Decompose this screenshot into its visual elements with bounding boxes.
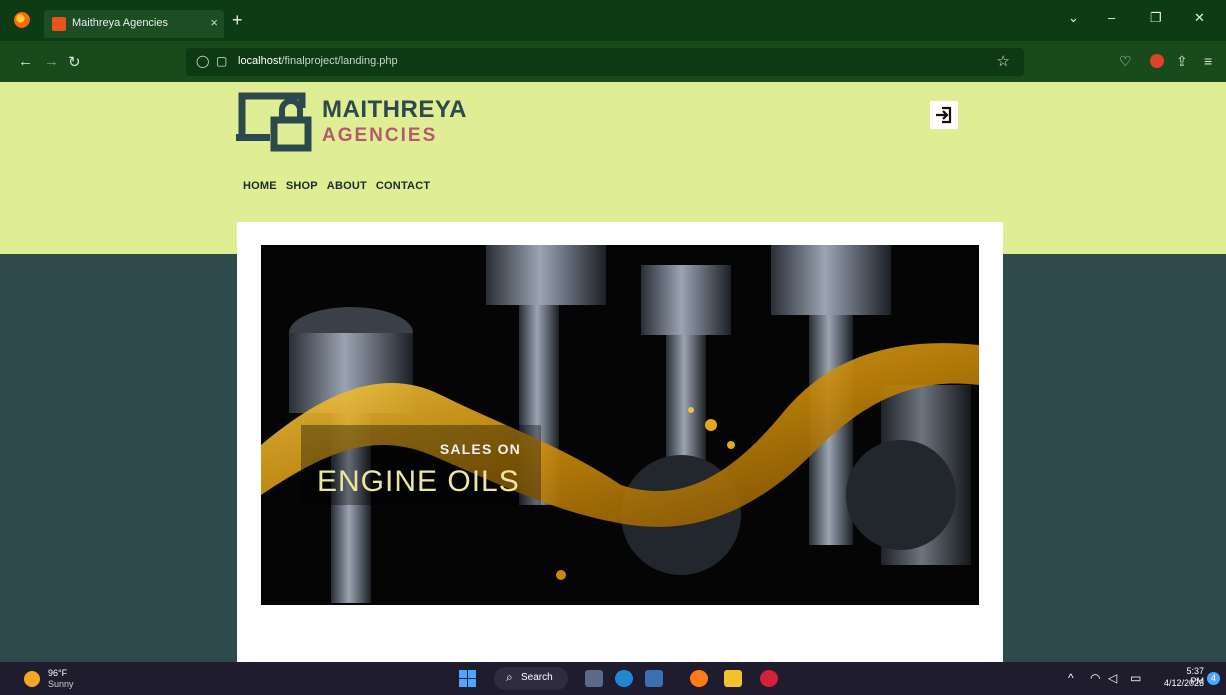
url-text[interactable]: localhost/finalproject/landing.php [238,55,398,67]
file-explorer-icon[interactable] [724,670,742,687]
url-bar[interactable]: ◯ ▢ localhost/finalproject/landing.php ☆ [186,48,1024,76]
weather-condition[interactable]: Sunny [48,679,74,689]
close-window-icon[interactable]: ✕ [1194,10,1205,26]
site-nav: HOME SHOP ABOUT CONTACT [243,180,430,192]
logo-icon [236,92,312,152]
hero-heading: ENGINE OILS [317,465,520,498]
start-icon[interactable] [459,670,476,687]
edge-icon[interactable] [615,670,633,687]
clock-date[interactable]: 4/12/2023 [1158,678,1204,688]
tray-overflow-icon[interactable]: ^ [1068,671,1074,685]
login-button[interactable] [930,101,958,129]
wifi-icon[interactable]: ◠ [1090,671,1100,685]
nav-contact-link[interactable]: CONTACT [376,180,430,192]
brand-tagline[interactable]: AGENCIES [322,125,437,147]
pocket-icon[interactable]: ♡ [1119,53,1132,70]
login-icon [936,106,952,124]
hero-subheading: SALES ON [439,441,521,457]
reload-icon[interactable]: ↻ [68,53,81,71]
close-tab-icon[interactable]: × [210,15,218,30]
browser-nav-bar: ← → ↻ ◯ ▢ localhost/finalproject/landing… [0,41,1226,82]
browser-tab[interactable]: Maithreya Agencies × [44,10,224,38]
share-icon[interactable]: ⇪ [1176,53,1188,70]
sun-icon[interactable] [24,671,40,687]
store-icon[interactable] [645,670,663,687]
shield-icon[interactable]: ◯ [196,54,209,68]
browser-tab-bar: Maithreya Agencies × + ⌄ – ❐ ✕ [0,0,1226,41]
restore-icon[interactable]: ❐ [1150,10,1162,26]
back-icon[interactable]: ← [18,53,33,70]
battery-icon[interactable]: ▭ [1130,671,1141,685]
nav-shop-link[interactable]: SHOP [286,180,318,192]
minimize-icon[interactable]: – [1108,10,1115,25]
opera-icon[interactable] [760,670,778,687]
site-favicon-icon [52,17,66,31]
search-label: Search [521,672,553,683]
taskbar-search[interactable]: ⌕ Search [494,667,568,690]
volume-icon[interactable]: ◁ [1108,671,1117,685]
bookmark-star-icon[interactable]: ☆ [997,52,1010,70]
extension-icon[interactable] [1150,54,1164,68]
new-tab-button[interactable]: + [232,10,243,31]
search-icon: ⌕ [506,670,513,684]
weather-temperature[interactable]: 96°F [48,668,67,678]
task-view-icon[interactable] [585,670,603,687]
nav-about-link[interactable]: ABOUT [327,180,367,192]
menu-icon[interactable]: ≡ [1204,53,1212,69]
firefox-taskbar-icon[interactable] [690,670,708,687]
notification-badge[interactable]: 4 [1207,672,1220,685]
tab-title: Maithreya Agencies [72,17,168,29]
hero-caption: SALES ON ENGINE OILS [301,425,541,505]
firefox-icon [14,12,30,28]
hero-banner-image[interactable]: SALES ON ENGINE OILS [261,245,979,605]
nav-home-link[interactable]: HOME [243,180,277,192]
page-info-icon[interactable]: ▢ [216,54,227,68]
windows-taskbar: 96°F Sunny ⌕ Search ^ ◠ ◁ ▭ 5:37 PM 4/12… [0,662,1226,695]
tab-list-chevron-icon[interactable]: ⌄ [1068,10,1079,26]
forward-icon[interactable]: → [44,53,59,70]
brand-name[interactable]: MAITHREYA [322,96,467,124]
url-path: /finalproject/landing.php [281,55,398,67]
url-host: localhost [238,55,282,67]
